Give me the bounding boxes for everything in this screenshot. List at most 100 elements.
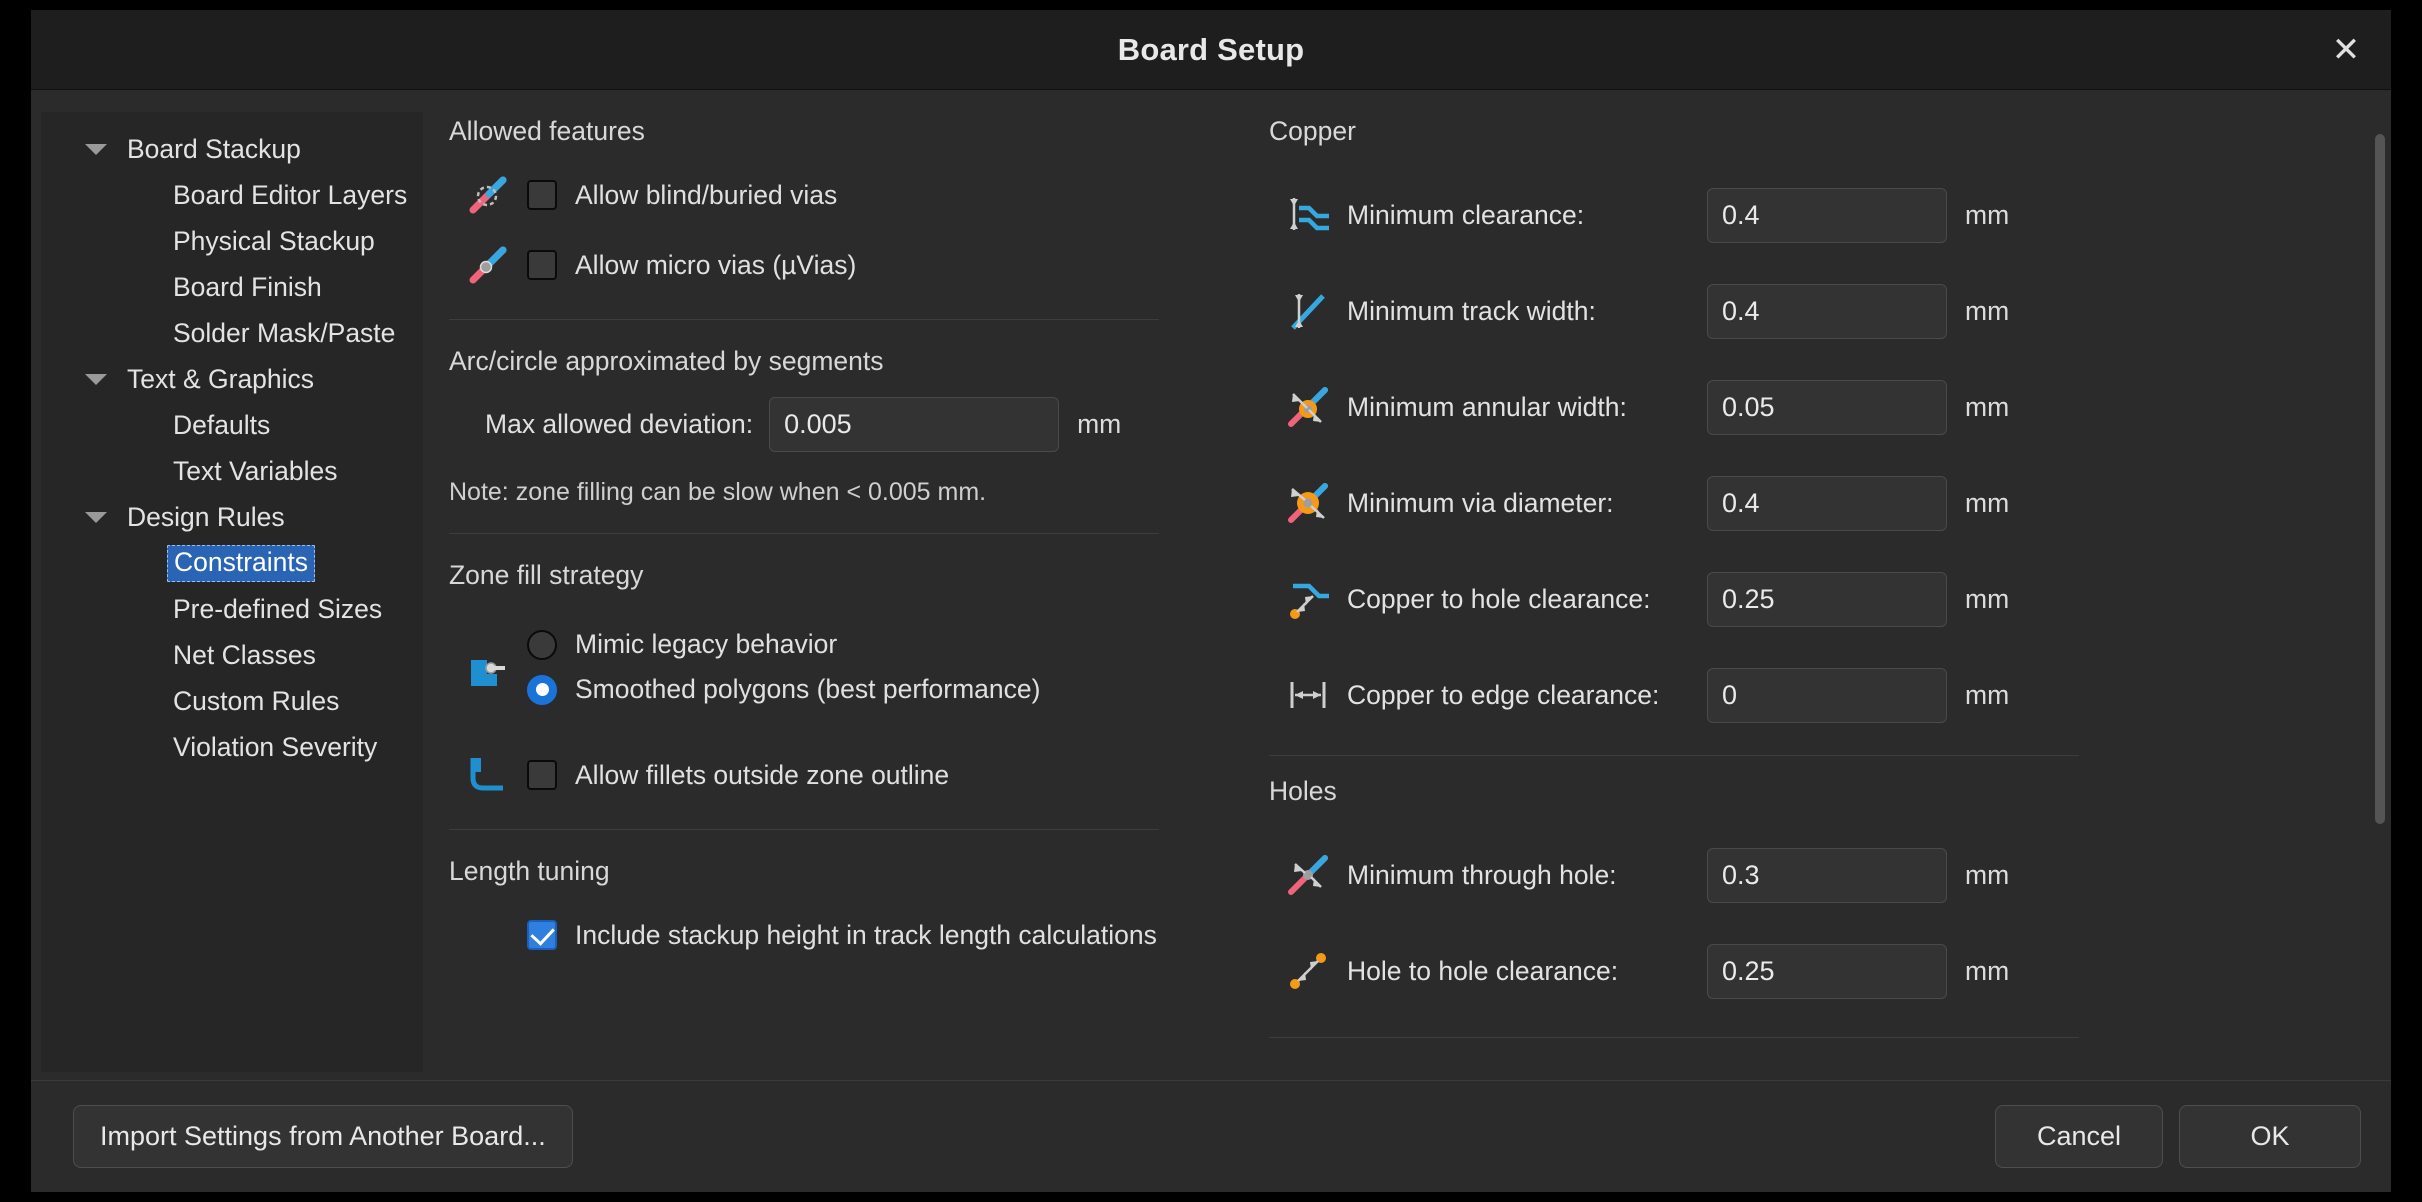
unit-label: mm: [1965, 680, 2009, 711]
chevron-down-icon[interactable]: [85, 374, 127, 385]
divider-3: [449, 829, 1159, 830]
value-input[interactable]: [1707, 188, 1947, 243]
unit-label: mm: [1965, 488, 2009, 519]
ok-button[interactable]: OK: [2179, 1105, 2361, 1168]
divider-1: [449, 319, 1159, 320]
allow-micro-vias-label: Allow micro vias (µVias): [575, 250, 856, 281]
sidebar-item-label: Text & Graphics: [127, 364, 314, 395]
sidebar-item-custom-rules[interactable]: Custom Rules: [41, 678, 423, 724]
zone-fill-strategy-title: Zone fill strategy: [449, 560, 1233, 591]
smoothed-polygons-row: Smoothed polygons (best performance): [527, 674, 1040, 705]
allow-micro-vias-checkbox[interactable]: [527, 250, 557, 280]
board-setup-dialog: Board Setup ✕ Board Stackup Board Editor …: [31, 10, 2391, 1192]
allow-fillets-label: Allow fillets outside zone outline: [575, 760, 949, 791]
value-input[interactable]: [1707, 848, 1947, 903]
holes-rows: Minimum through hole:mm Hole to hole cle…: [1269, 827, 2391, 1019]
holes-title: Holes: [1269, 776, 2391, 807]
sidebar-item-design-rules[interactable]: Design Rules: [41, 494, 423, 540]
max-deviation-input[interactable]: [769, 397, 1059, 452]
sidebar-item-text-variables[interactable]: Text Variables: [41, 448, 423, 494]
allow-fillets-row: Allow fillets outside zone outline: [449, 747, 1233, 803]
sidebar-item-net-classes[interactable]: Net Classes: [41, 632, 423, 678]
blind-buried-via-icon: [449, 172, 527, 218]
sidebar-item-pre-defined-sizes[interactable]: Pre-defined Sizes: [41, 586, 423, 632]
min-through-hole-icon: [1269, 850, 1347, 900]
arc-circle-title: Arc/circle approximated by segments: [449, 346, 1233, 377]
dialog-body: Board Stackup Board Editor Layers Physical…: [31, 90, 2391, 1080]
sidebar-item-text-graphics[interactable]: Text & Graphics: [41, 356, 423, 402]
value-input[interactable]: [1707, 944, 1947, 999]
value-input[interactable]: [1707, 668, 1947, 723]
vertical-scrollbar[interactable]: [2375, 134, 2385, 1072]
sidebar-item-label: Board Stackup: [127, 134, 301, 165]
min-track-width-icon: [1269, 286, 1347, 336]
divider-2: [449, 533, 1159, 534]
sidebar-tree[interactable]: Board Stackup Board Editor Layers Physical…: [41, 112, 423, 1072]
value-input[interactable]: [1707, 380, 1947, 435]
chevron-down-icon[interactable]: [85, 512, 127, 523]
allow-blind-buried-vias-checkbox[interactable]: [527, 180, 557, 210]
field-label: Minimum annular width:: [1347, 392, 1707, 423]
sidebar-item-defaults[interactable]: Defaults: [41, 402, 423, 448]
min-annular-width-icon: [1269, 382, 1347, 432]
sidebar-item-violation-severity[interactable]: Violation Severity: [41, 724, 423, 770]
divider-holes-bottom: [1269, 1037, 2079, 1038]
mimic-legacy-row: Mimic legacy behavior: [527, 629, 1040, 660]
sidebar-item-board-editor-layers[interactable]: Board Editor Layers: [41, 172, 423, 218]
include-stackup-label: Include stackup height in track length c…: [575, 920, 1157, 951]
sidebar-item-constraints[interactable]: Constraints: [41, 540, 423, 586]
sidebar-item-physical-stackup[interactable]: Physical Stackup: [41, 218, 423, 264]
field-label: Hole to hole clearance:: [1347, 956, 1707, 987]
unit-label: mm: [1965, 296, 2009, 327]
sidebar-item-label: Custom Rules: [173, 686, 339, 717]
value-input[interactable]: [1707, 572, 1947, 627]
close-icon[interactable]: ✕: [2323, 27, 2369, 73]
hole-to-hole-icon: [1269, 946, 1347, 996]
table-row: Minimum via diameter:mm: [1269, 455, 2391, 551]
mimic-legacy-radio[interactable]: [527, 630, 557, 660]
copper-title: Copper: [1269, 116, 2391, 147]
smoothed-polygons-radio[interactable]: [527, 675, 557, 705]
mimic-legacy-label: Mimic legacy behavior: [575, 629, 837, 660]
value-input[interactable]: [1707, 476, 1947, 531]
min-clearance-icon: [1269, 190, 1347, 240]
copper-to-hole-icon: [1269, 574, 1347, 624]
settings-panels: Allowed features Allow blind/buried vias: [423, 112, 2391, 1072]
table-row: Copper to hole clearance:mm: [1269, 551, 2391, 647]
scrollbar-thumb[interactable]: [2375, 134, 2385, 824]
length-tuning-title: Length tuning: [449, 856, 1233, 887]
table-row: Hole to hole clearance:mm: [1269, 923, 2391, 1019]
zone-fillet-icon: [449, 752, 527, 798]
copper-to-edge-icon: [1269, 670, 1347, 720]
sidebar-item-label: Board Finish: [173, 272, 322, 303]
include-stackup-checkbox[interactable]: [527, 920, 557, 950]
table-row: Minimum through hole:mm: [1269, 827, 2391, 923]
sidebar-item-solder-mask-paste[interactable]: Solder Mask/Paste: [41, 310, 423, 356]
field-label: Minimum clearance:: [1347, 200, 1707, 231]
sidebar-item-board-finish[interactable]: Board Finish: [41, 264, 423, 310]
import-settings-button[interactable]: Import Settings from Another Board...: [73, 1105, 573, 1168]
title-bar: Board Setup ✕: [31, 10, 2391, 90]
sidebar-item-label: Board Editor Layers: [173, 180, 407, 211]
unit-label: mm: [1965, 860, 2009, 891]
page-title: Board Setup: [1118, 32, 1305, 68]
table-row: Minimum track width: mm: [1269, 263, 2391, 359]
table-row: Minimum clearance:mm: [1269, 167, 2391, 263]
max-deviation-unit: mm: [1077, 409, 1121, 440]
sidebar-item-label: Defaults: [173, 410, 270, 441]
allow-micro-vias-row: Allow micro vias (µVias): [449, 237, 1233, 293]
divider-copper-holes: [1269, 755, 2079, 756]
cancel-button[interactable]: Cancel: [1995, 1105, 2163, 1168]
zone-fill-note: Note: zone filling can be slow when < 0.…: [449, 478, 1233, 507]
dialog-footer: Import Settings from Another Board... Ca…: [31, 1080, 2391, 1192]
zone-fill-strategy-group: Mimic legacy behavior Smoothed polygons …: [449, 611, 1233, 723]
field-label: Minimum track width:: [1347, 296, 1707, 327]
min-via-diameter-icon: [1269, 478, 1347, 528]
chevron-down-icon[interactable]: [85, 144, 127, 155]
sidebar-item-label: Net Classes: [173, 640, 316, 671]
allow-fillets-checkbox[interactable]: [527, 760, 557, 790]
copper-rows: Minimum clearance:mm Minimum track width…: [1269, 167, 2391, 743]
sidebar-item-board-stackup[interactable]: Board Stackup: [41, 126, 423, 172]
column-right-settings: Copper Minimum clearance:mm Minimum trac…: [1233, 112, 2391, 1072]
value-input[interactable]: [1707, 284, 1947, 339]
